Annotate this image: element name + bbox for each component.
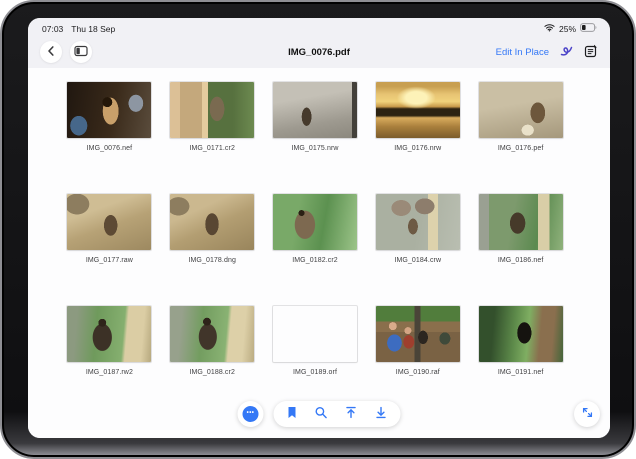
photo-thumbnail	[376, 194, 460, 250]
photo-filename: IMG_0190.raf	[396, 369, 440, 376]
photo-thumbnail	[170, 82, 254, 138]
status-time: 07:03	[42, 24, 63, 34]
adobe-acrobat-icon	[560, 44, 573, 60]
photo-thumbnail	[479, 194, 563, 250]
thumbnail-grid: IMG_0076.nef IMG_0171.cr2 IMG_0175.nrw I…	[58, 82, 572, 376]
arrow-down-to-line-icon	[375, 406, 388, 422]
photo-thumbnail	[170, 194, 254, 250]
back-button[interactable]	[40, 41, 62, 63]
photo-thumbnail	[273, 306, 357, 362]
photo-thumbnail	[376, 82, 460, 138]
thumbnail-cell: IMG_0076.nef	[58, 82, 161, 152]
photo-filename: IMG_0171.cr2	[189, 145, 235, 152]
photo-filename: IMG_0191.nef	[498, 369, 544, 376]
thumbnail-cell: IMG_0176.pef	[469, 82, 572, 152]
thumbnail-cell: IMG_0182.cr2	[264, 194, 367, 264]
more-button[interactable]: •••	[238, 401, 264, 427]
annotation-list-icon	[584, 44, 598, 61]
photo-filename: IMG_0076.nef	[87, 145, 133, 152]
photo-thumbnail	[273, 194, 357, 250]
screenshot-stage: 07:03 Thu 18 Sep 25%	[0, 0, 636, 459]
sidebar-toggle-button[interactable]	[70, 41, 92, 63]
top-chrome: 07:03 Thu 18 Sep 25%	[28, 18, 610, 68]
thumbnail-cell: IMG_0184.crw	[366, 194, 469, 264]
battery-quarter-icon	[580, 23, 598, 34]
status-date: Thu 18 Sep	[71, 24, 115, 34]
search-button[interactable]	[315, 406, 328, 422]
open-in-acrobat-button[interactable]	[560, 44, 573, 60]
photo-filename: IMG_0186.nef	[498, 257, 544, 264]
photo-thumbnail	[479, 306, 563, 362]
diagonal-expand-icon	[581, 406, 594, 422]
photo-thumbnail	[67, 306, 151, 362]
thumbnail-cell: IMG_0175.nrw	[264, 82, 367, 152]
bookmark-button[interactable]	[287, 406, 298, 422]
photo-filename: IMG_0189.orf	[293, 369, 337, 376]
ellipsis-icon: •••	[243, 406, 259, 422]
thumbnail-cell: IMG_0186.nef	[469, 194, 572, 264]
sidebar-toggle-icon	[74, 45, 88, 60]
battery-percent: 25%	[559, 24, 576, 34]
photo-thumbnail	[170, 306, 254, 362]
photo-filename: IMG_0177.raw	[86, 257, 133, 264]
photo-filename: IMG_0188.cr2	[189, 369, 235, 376]
thumbnail-cell: IMG_0191.nef	[469, 306, 572, 376]
edit-in-place-button[interactable]: Edit In Place	[496, 47, 549, 58]
thumbnail-cell: IMG_0187.rw2	[58, 306, 161, 376]
pdf-page-content: IMG_0076.nef IMG_0171.cr2 IMG_0175.nrw I…	[28, 68, 610, 438]
wifi-icon	[544, 23, 555, 34]
photo-filename: IMG_0184.crw	[394, 257, 441, 264]
photo-filename: IMG_0176.pef	[498, 145, 544, 152]
photo-filename: IMG_0182.cr2	[292, 257, 338, 264]
bookmark-icon	[287, 406, 298, 422]
thumbnail-cell: IMG_0171.cr2	[161, 82, 264, 152]
thumbnail-cell: IMG_0176.nrw	[366, 82, 469, 152]
photo-thumbnail	[376, 306, 460, 362]
fullscreen-button[interactable]	[574, 401, 600, 427]
photo-thumbnail	[273, 82, 357, 138]
status-bar: 07:03 Thu 18 Sep 25%	[28, 18, 610, 36]
annotations-button[interactable]	[584, 44, 598, 61]
arrow-up-to-line-icon	[345, 406, 358, 422]
photo-filename: IMG_0176.nrw	[394, 145, 441, 152]
photo-thumbnail	[67, 82, 151, 138]
search-icon	[315, 406, 328, 422]
thumbnail-cell: IMG_0178.dng	[161, 194, 264, 264]
ipad-screen: 07:03 Thu 18 Sep 25%	[28, 18, 610, 438]
chevron-left-icon	[46, 45, 56, 60]
photo-thumbnail	[479, 82, 563, 138]
photo-filename: IMG_0187.rw2	[86, 369, 133, 376]
jump-to-top-button[interactable]	[345, 406, 358, 422]
jump-to-bottom-button[interactable]	[375, 406, 388, 422]
pdf-bottom-toolbar: •••	[238, 401, 401, 427]
thumbnail-cell: IMG_0177.raw	[58, 194, 161, 264]
photo-thumbnail	[67, 194, 151, 250]
thumbnail-cell: IMG_0189.orf	[264, 306, 367, 376]
navigation-bar: IMG_0076.pdf Edit In Place	[28, 36, 610, 68]
photo-filename: IMG_0175.nrw	[291, 145, 338, 152]
toolbar-pill	[274, 401, 401, 427]
thumbnail-cell: IMG_0188.cr2	[161, 306, 264, 376]
thumbnail-cell: IMG_0190.raf	[366, 306, 469, 376]
photo-filename: IMG_0178.dng	[188, 257, 236, 264]
